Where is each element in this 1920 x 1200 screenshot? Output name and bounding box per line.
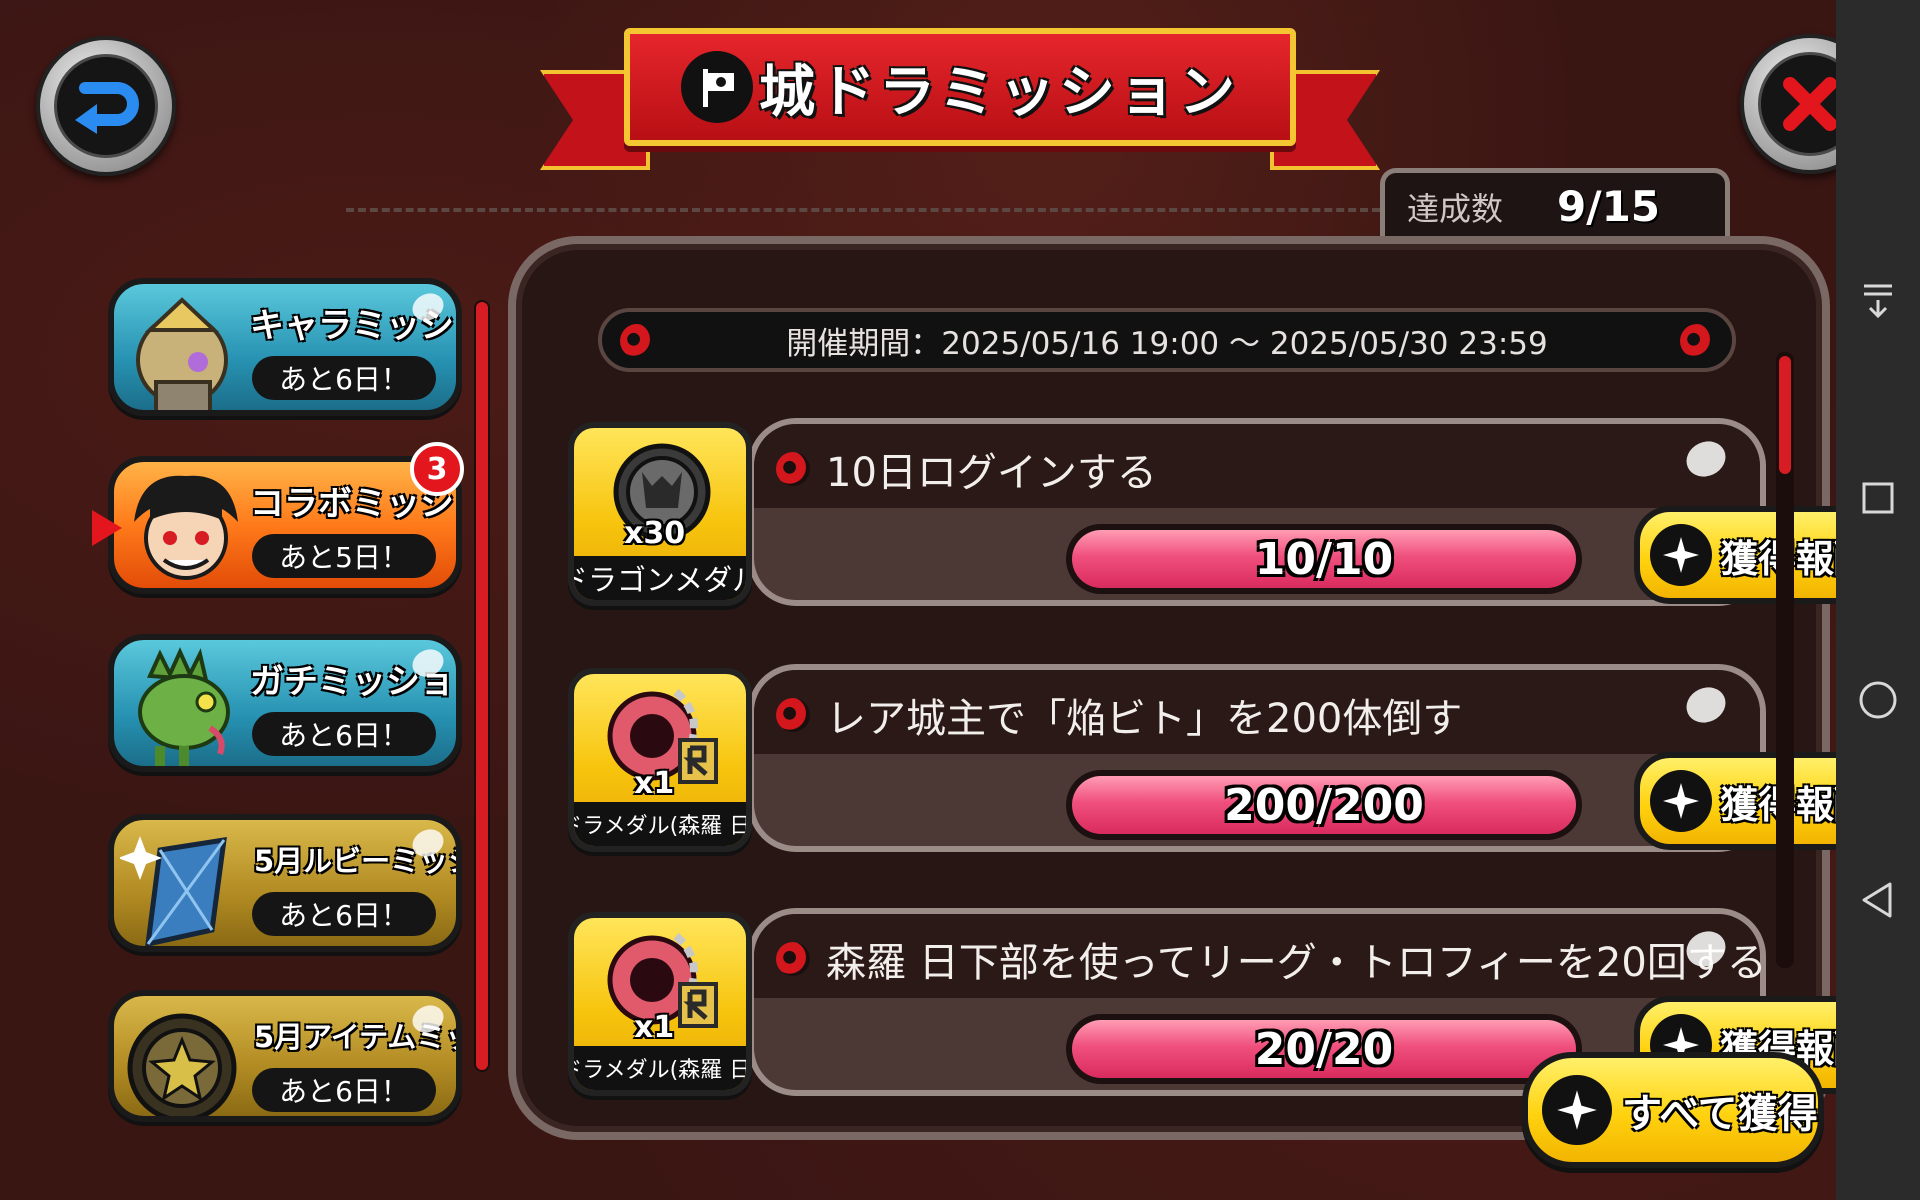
back-button[interactable] xyxy=(36,36,176,176)
event-period: 開催期間：2025/05/16 19:00 〜 2025/05/30 23:59 xyxy=(786,325,1548,362)
recent-apps-icon[interactable] xyxy=(1850,470,1906,526)
claim-all-label: すべて獲得 xyxy=(1622,1091,1818,1137)
notification-badge: 3 xyxy=(410,442,464,496)
progress-fill: 200/200 xyxy=(1072,776,1576,834)
mission-card: レア城主で「焔ビト」を200体倒す 200/200 獲得報酬 xyxy=(748,664,1884,852)
mission-title: レア城主で「焔ビト」を200体倒す xyxy=(826,696,1463,742)
reward-name: ドラゴンメダル xyxy=(574,556,746,600)
header-divider xyxy=(346,208,1380,212)
achievement-value: 9/15 xyxy=(1557,182,1661,231)
page-title: 城ドラミッション xyxy=(759,59,1239,125)
swirl-icon xyxy=(620,324,654,358)
reward-item: x1 ガチドラメダル(森羅 日下部) xyxy=(568,912,752,1096)
mission-card: 10日ログインする 10/10 獲得報酬 xyxy=(748,418,1884,606)
reward-quantity: x30 xyxy=(624,516,686,551)
progress-fill: 10/10 xyxy=(1072,530,1576,588)
back-arrow-icon xyxy=(54,54,158,158)
reward-quantity: x1 xyxy=(634,1010,675,1045)
collab-character-icon xyxy=(120,468,250,588)
ruby-crystal-icon xyxy=(118,826,250,946)
lizard-character-icon xyxy=(120,646,250,766)
home-icon[interactable] xyxy=(1850,672,1906,728)
mission-scroll-thumb[interactable] xyxy=(1779,356,1791,474)
category-tab-gachi[interactable]: ガチミッション あと6日！ xyxy=(108,634,462,772)
category-tab-ruby[interactable]: 5月ルビーミッション あと6日！ xyxy=(108,814,462,952)
sparkle-icon xyxy=(1542,1075,1612,1145)
category-remaining: あと6日！ xyxy=(252,356,436,400)
back-nav-icon[interactable] xyxy=(1850,872,1906,928)
knight-character-icon xyxy=(120,290,250,410)
title-ribbon: 城ドラミッション xyxy=(624,28,1296,146)
mission-progress-bar: 10/10 xyxy=(1066,524,1582,594)
category-scroll-thumb[interactable] xyxy=(476,302,488,1070)
event-period-bar: 開催期間：2025/05/16 19:00 〜 2025/05/30 23:59 xyxy=(598,308,1736,372)
reward-name: ガチドラメダル(森羅 日下部) xyxy=(574,1046,746,1090)
reward-item: x30 ドラゴンメダル xyxy=(568,422,752,606)
swirl-icon xyxy=(1680,324,1714,358)
reward-name: ガチドラメダル(森羅 日下部) xyxy=(574,802,746,846)
sparkle-icon xyxy=(1650,524,1712,586)
progress-text: 10/10 xyxy=(1254,533,1394,585)
reward-item: x1 ガチドラメダル(森羅 日下部) xyxy=(568,668,752,852)
progress-fill: 20/20 xyxy=(1072,1020,1576,1078)
star-coin-icon xyxy=(120,1002,250,1116)
mission-row: レア城主で「焔ビト」を200体倒す 200/200 獲得報酬 x1 ガチドラメダ… xyxy=(568,664,1884,852)
mission-title: 10日ログインする xyxy=(826,450,1157,496)
swirl-icon xyxy=(776,942,810,976)
swirl-icon xyxy=(776,698,810,732)
category-scrollbar[interactable] xyxy=(474,300,490,1072)
category-remaining: あと6日！ xyxy=(252,1068,436,1112)
collapse-icon[interactable] xyxy=(1850,272,1906,328)
category-tab-chara[interactable]: キャラミッション あと6日！ xyxy=(108,278,462,416)
mission-progress-bar: 20/20 xyxy=(1066,1014,1582,1084)
category-tab-item[interactable]: 5月アイテムミッション あと6日！ xyxy=(108,990,462,1122)
mission-row: 10日ログインする 10/10 獲得報酬 x30 ドラゴンメダル xyxy=(568,418,1884,606)
reward-quantity: x1 xyxy=(634,766,675,801)
achievement-label: 達成数 xyxy=(1407,189,1504,228)
claim-all-button[interactable]: すべて獲得 xyxy=(1522,1052,1824,1168)
category-remaining: あと6日！ xyxy=(252,892,436,936)
system-nav-bar xyxy=(1836,0,1920,1200)
category-remaining: あと6日！ xyxy=(252,712,436,756)
achievement-count: 達成数 9/15 xyxy=(1380,168,1730,240)
progress-text: 20/20 xyxy=(1254,1023,1394,1075)
flag-icon xyxy=(681,51,753,123)
progress-text: 200/200 xyxy=(1224,779,1424,831)
selected-pointer-icon xyxy=(92,510,122,546)
category-remaining: あと5日！ xyxy=(252,534,436,578)
category-tab-collab[interactable]: コラボミッション あと5日！ xyxy=(108,456,462,594)
mission-scrollbar[interactable] xyxy=(1776,352,1794,968)
mission-progress-bar: 200/200 xyxy=(1066,770,1582,840)
mission-title: 森羅 日下部を使ってリーグ・トロフィーを20回する xyxy=(826,940,1767,986)
swirl-icon xyxy=(776,452,810,486)
sparkle-icon xyxy=(1650,770,1712,832)
